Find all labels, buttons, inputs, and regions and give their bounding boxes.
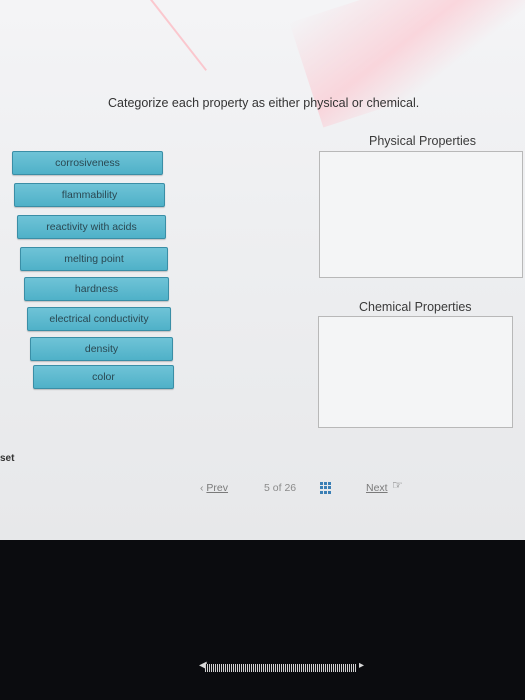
physical-properties-title: Physical Properties bbox=[369, 134, 476, 148]
progress-scrubber[interactable] bbox=[205, 664, 357, 672]
question-screen: Categorize each property as either physi… bbox=[0, 0, 525, 540]
drag-item-flammability[interactable]: flammability bbox=[14, 183, 165, 207]
drag-item-color[interactable]: color bbox=[33, 365, 174, 389]
drag-item-electrical-conductivity[interactable]: electrical conductivity bbox=[27, 307, 171, 331]
grid-icon[interactable] bbox=[320, 482, 332, 494]
chevron-left-icon: ‹ bbox=[200, 482, 204, 494]
page-total: 26 bbox=[284, 482, 297, 494]
drag-item-density[interactable]: density bbox=[30, 337, 173, 361]
physical-properties-drop-zone[interactable] bbox=[319, 151, 523, 278]
drag-item-corrosiveness[interactable]: corrosiveness bbox=[12, 151, 163, 175]
next-button[interactable]: Next bbox=[366, 482, 388, 494]
hand-pointer-icon: ☞ bbox=[392, 478, 403, 492]
side-panel-text: set bbox=[0, 453, 15, 464]
arrow-right-icon: ▸ bbox=[359, 660, 365, 671]
screen-bezel bbox=[0, 540, 525, 700]
drag-item-hardness[interactable]: hardness bbox=[24, 277, 169, 301]
next-label[interactable]: Next bbox=[366, 482, 388, 494]
chemical-properties-title: Chemical Properties bbox=[359, 300, 472, 314]
chemical-properties-drop-zone[interactable] bbox=[318, 316, 513, 428]
drag-item-melting-point[interactable]: melting point bbox=[20, 247, 168, 271]
page-of: of bbox=[272, 482, 282, 494]
page-current: 5 bbox=[264, 482, 270, 494]
screen-glare-line bbox=[150, 0, 207, 71]
drag-item-reactivity-with-acids[interactable]: reactivity with acids bbox=[17, 215, 166, 239]
page-indicator: 5 of 26 bbox=[264, 482, 296, 494]
prev-label[interactable]: Prev bbox=[206, 482, 228, 494]
prev-button[interactable]: ‹ Prev bbox=[200, 482, 228, 494]
instruction-text: Categorize each property as either physi… bbox=[108, 96, 420, 110]
